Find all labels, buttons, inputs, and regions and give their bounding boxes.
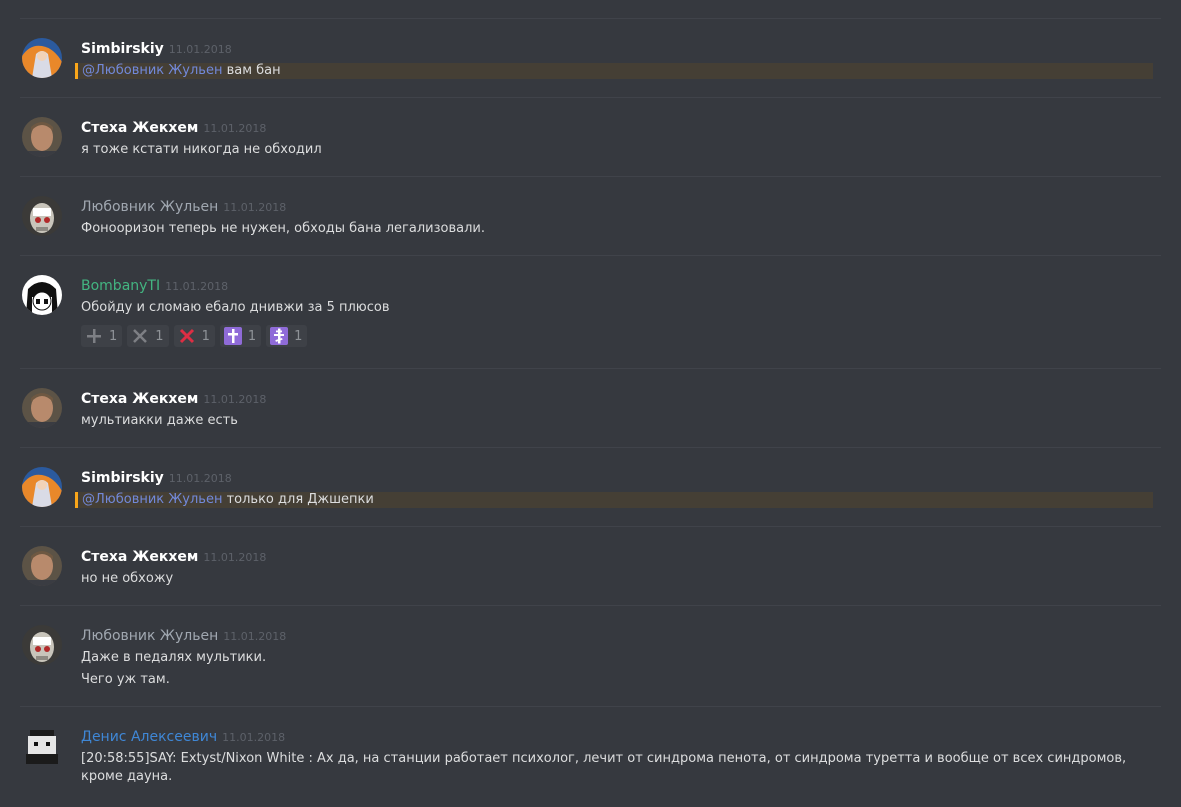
message-text: [20:58:55]SAY: Extyst/Nixon White : Ах д… [81, 751, 1127, 784]
message-text: Обойду и сломаю ебало днивжи за 5 плюсов [81, 300, 390, 315]
message-group: BombanyTI 11.01.2018 Обойду и сломаю ебал… [20, 255, 1161, 369]
man-photo-avatar-icon[interactable] [22, 388, 62, 428]
pixel-character-avatar-icon[interactable] [22, 726, 62, 766]
message-group: Любовник Жульен 11.01.2018 Даже в педалях… [20, 605, 1161, 707]
reaction-count: 1 [201, 328, 210, 344]
message-text: Даже в педалях мультики. [81, 650, 267, 665]
message-group: Стеха Жекхем 11.01.2018 мультиакки даже е… [20, 368, 1161, 448]
message-group: Денис Алексеевич 11.01.2018 [20:58:55]SAY… [20, 706, 1161, 807]
timestamp: 11.01.2018 [203, 122, 267, 135]
timestamp: 11.01.2018 [168, 472, 232, 485]
username[interactable]: Simbirskiy [81, 470, 164, 486]
anime-avatar-icon[interactable] [22, 467, 62, 507]
username[interactable]: BombanyTI [81, 278, 160, 294]
message-group: Simbirskiy 11.01.2018 @Любовник Жульен то… [20, 447, 1161, 527]
username[interactable]: Стеха Жекхем [81, 391, 198, 407]
message-text: @Любовник Жульен вам бан [75, 63, 1153, 79]
orthodox-cross-icon [270, 327, 289, 345]
timestamp: 11.01.2018 [165, 280, 229, 293]
message-group: Simbirskiy 11.01.2018 @Любовник Жульен ва… [20, 18, 1161, 97]
message-text: я тоже кстати никогда не обходил [81, 142, 322, 157]
timestamp: 11.01.2018 [168, 43, 232, 56]
reaction-count: 1 [155, 328, 164, 344]
username[interactable]: Любовник Жульен [81, 199, 218, 215]
anime-avatar-icon[interactable] [22, 38, 62, 78]
cross-gray-icon [133, 329, 148, 343]
message-text: Чего уж там. [81, 672, 170, 687]
message-group: Стеха Жекхем 11.01.2018 но не обхожу [20, 526, 1161, 606]
user-mention[interactable]: @Любовник Жульен [82, 492, 222, 507]
timestamp: 11.01.2018 [203, 551, 267, 564]
reaction-latin-cross[interactable]: 1 [219, 325, 262, 347]
reaction-cross-gray[interactable]: 1 [127, 325, 169, 347]
username[interactable]: Денис Алексеевич [81, 729, 217, 745]
username[interactable]: Стеха Жекхем [81, 549, 198, 565]
cross-red-icon [179, 328, 194, 344]
message-content: только для Джшепки [222, 492, 374, 507]
reaction-plus[interactable]: 1 [81, 325, 123, 347]
message-text: @Любовник Жульен только для Джшепки [75, 492, 1153, 508]
message-text: мультиакки даже есть [81, 413, 238, 428]
reaction-cross-red[interactable]: 1 [173, 325, 215, 347]
message-group: Стеха Жекхем 11.01.2018 я тоже кстати ник… [20, 97, 1161, 177]
man-photo-avatar-icon[interactable] [22, 546, 62, 586]
reaction-orthodox-cross[interactable]: 1 [266, 325, 308, 347]
username[interactable]: Стеха Жекхем [81, 120, 198, 136]
message-content: вам бан [222, 63, 281, 78]
masked-figure-avatar-icon[interactable] [22, 196, 62, 236]
timestamp: 11.01.2018 [223, 201, 287, 214]
timestamp: 11.01.2018 [222, 731, 286, 744]
username[interactable]: Любовник Жульен [81, 628, 218, 644]
message-text: Фонооризон теперь не нужен, обходы бана … [81, 221, 485, 236]
man-photo-avatar-icon[interactable] [22, 117, 62, 157]
user-mention[interactable]: @Любовник Жульен [82, 63, 222, 78]
timestamp: 11.01.2018 [223, 630, 287, 643]
timestamp: 11.01.2018 [203, 393, 267, 406]
reaction-count: 1 [294, 328, 303, 344]
reactions-bar: 1 1 1 1 1 [81, 325, 308, 347]
chat-messages: Simbirskiy 11.01.2018 @Любовник Жульен ва… [0, 0, 1181, 807]
plus-icon [87, 329, 101, 343]
reaction-count: 1 [247, 328, 257, 344]
masked-figure-avatar-icon[interactable] [22, 625, 62, 665]
message-group: Любовник Жульен 11.01.2018 Фонооризон теп… [20, 176, 1161, 256]
message-text: но не обхожу [81, 571, 174, 586]
username[interactable]: Simbirskiy [81, 41, 164, 57]
reaction-count: 1 [109, 328, 118, 344]
girl-drawing-avatar-icon[interactable] [22, 275, 62, 315]
latin-cross-icon [223, 327, 242, 345]
